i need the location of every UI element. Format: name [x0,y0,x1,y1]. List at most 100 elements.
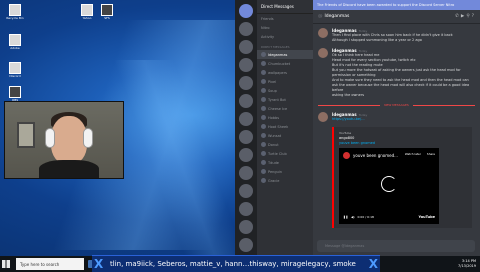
server-icon[interactable] [239,148,253,162]
webcam-person-face [51,116,87,164]
dm-item[interactable]: Gracie [257,176,313,185]
loading-spinner-icon [381,176,397,192]
server-icon[interactable] [239,22,253,36]
help-icon[interactable]: ? [472,14,476,19]
dm-section-label: Direct Messages [261,45,290,49]
headphone-left [45,128,55,148]
message: ldeganmas Today https://youtu.be/... [318,112,475,122]
server-icon[interactable] [239,94,253,108]
avatar [261,124,266,129]
volume-icon[interactable]: ◀) [351,215,354,219]
message-line: Although I stopped summoning like a year… [332,38,422,42]
dm-item[interactable]: Chumbucket [257,59,313,68]
share-button[interactable]: Share [427,152,435,156]
server-icon[interactable] [239,220,253,234]
clock-date: 7/13/2019 [458,264,476,268]
server-icon[interactable] [239,112,253,126]
avatar [261,61,266,66]
avatar [261,106,266,111]
chat-header: @ ldeganmas ✆▶⚲? [313,10,480,24]
dm-item[interactable]: Hoot Sheek [257,122,313,131]
server-list [235,0,257,256]
avatar [261,70,266,75]
discord-window: Direct Messages Friends Nitro Activity D… [235,0,480,256]
dm-item[interactable]: Turtle Club [257,149,313,158]
dm-item[interactable]: Pixel [257,77,313,86]
dm-search[interactable]: Direct Messages [257,0,313,14]
avatar [261,52,266,57]
taskbar-search-input[interactable]: Type here to search [16,258,84,270]
dm-sidebar: Direct Messages Friends Nitro Activity D… [257,0,313,256]
youtube-logo[interactable]: YouTube [419,215,435,219]
headphone-right [83,128,93,148]
channel-avatar[interactable] [343,152,350,159]
server-icon[interactable] [239,238,253,252]
message-input[interactable]: Message @ldeganmas [317,240,475,252]
webcam-picture-frame [17,122,35,148]
message-list: ldeganmas Today Then I find place with Ch… [313,25,480,240]
obs-icon [9,86,21,98]
server-icon[interactable] [239,130,253,144]
home-icon[interactable] [239,4,253,18]
dm-item[interactable]: ldeganmas [257,50,313,59]
desktop-icon-discord[interactable]: Discord [2,62,28,79]
dm-item[interactable]: Tyrant Bot [257,95,313,104]
message-link[interactable]: https://youtu.be/... [332,117,367,122]
dm-item[interactable]: Donut [257,140,313,149]
desktop-icon-app[interactable]: Adobe [2,34,28,51]
dm-item[interactable]: Hobbs [257,113,313,122]
dm-item[interactable]: Wunsat [257,131,313,140]
dm-item[interactable]: Soup [257,86,313,95]
at-icon: @ [318,14,323,19]
avatar [261,97,266,102]
stream-ticker-overlay: X tlin, ma9iick, Seberos, mattie_v, hann… [92,255,380,272]
channel-friends[interactable]: Friends [257,14,313,23]
message-line: asking the owners [332,93,365,97]
desktop-icon-recycle-bin[interactable]: Recycle Bin [2,4,28,21]
dm-item[interactable]: Cheese Ice [257,104,313,113]
video-title[interactable]: youve been gnomed... [353,153,398,158]
pause-icon[interactable]: ❚❚ [343,215,348,219]
dm-item[interactable]: wallpapers [257,68,313,77]
avatar [261,178,266,183]
avatar [261,133,266,138]
avatar [261,151,266,156]
channel-activity[interactable]: Activity [257,32,313,41]
server-icon[interactable] [239,40,253,54]
watch-later-button[interactable]: Watch later [405,152,421,156]
chat-title: ldeganmas [324,14,350,19]
avatar [261,160,266,165]
video-player[interactable]: youve been gnomed... Watch later Share ❚… [339,148,439,224]
server-icon[interactable] [239,202,253,216]
avatar [261,88,266,93]
ticker-x-icon: X [368,257,378,271]
desktop-icon-app[interactable]: SFS [94,4,120,21]
server-icon[interactable] [239,166,253,180]
message: ldeganmas Today Ok so I think here head m… [318,48,475,98]
system-tray[interactable]: 3:14 PM 7/13/2019 [458,259,476,269]
server-icon[interactable] [239,184,253,198]
server-icon[interactable] [239,58,253,72]
ticker-x-icon: X [94,257,104,271]
dm-item[interactable]: Penguin [257,167,313,176]
app-icon [81,4,93,16]
webcam-person-shirt [39,160,99,178]
embed-author[interactable]: ango800 [339,136,467,140]
avatar[interactable] [318,112,328,122]
server-icon[interactable] [239,76,253,90]
message-line: ask the owner because the head mod will … [332,83,470,92]
embed-title[interactable]: youve been gnomed [339,141,467,145]
new-messages-divider: NEW MESSAGES [318,103,476,107]
channel-nitro[interactable]: Nitro [257,23,313,32]
avatar[interactable] [318,48,328,58]
dm-item[interactable]: Tdude [257,158,313,167]
discord-icon [9,62,21,74]
recycle-bin-icon [9,4,21,16]
avatar [261,142,266,147]
message: ldeganmas Today Then I find place with Ch… [318,28,475,43]
embed-provider[interactable]: YouTube [339,131,467,135]
windows-start-icon[interactable] [2,260,10,268]
nitro-banner[interactable]: The Friends of Discord have been awarded… [313,0,480,10]
avatar[interactable] [318,28,328,38]
avatar [261,79,266,84]
